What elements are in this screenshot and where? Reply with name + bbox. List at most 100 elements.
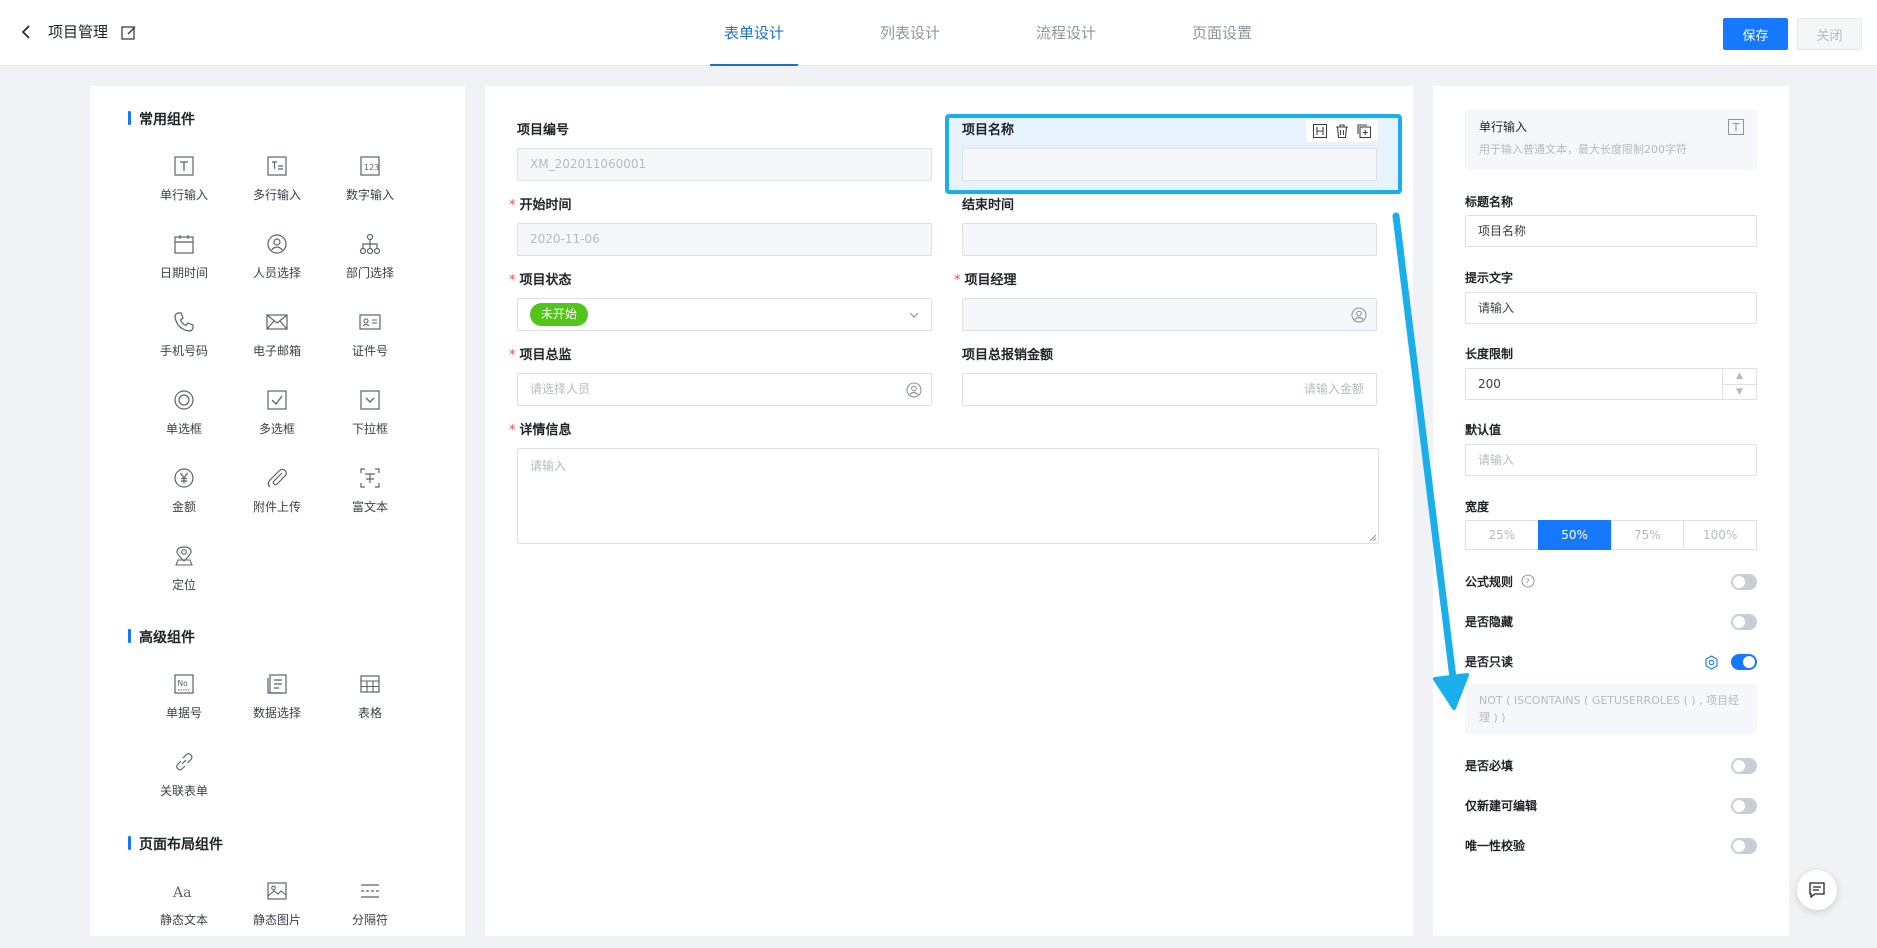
- title-name-input[interactable]: 项目名称: [1465, 215, 1757, 247]
- component-phone[interactable]: 手机号码: [144, 310, 224, 372]
- component-label: 静态图片: [252, 913, 301, 927]
- mail-icon: [266, 314, 288, 330]
- component-table[interactable]: 表格: [330, 672, 410, 734]
- component-label: 附件上传: [252, 500, 301, 514]
- readonly-formula[interactable]: NOT ( ISCONTAINS ( GETUSERROLES ( ) , 项目…: [1465, 684, 1757, 734]
- hidden-label: 是否隐藏: [1465, 615, 1514, 629]
- component-department-select[interactable]: 部门选择: [330, 232, 410, 294]
- edit-icon[interactable]: [120, 24, 138, 42]
- component-data-select[interactable]: 数据选择: [237, 672, 317, 734]
- stepper-controls: ▲ ▼: [1722, 369, 1756, 399]
- component-email[interactable]: 电子邮箱: [237, 310, 317, 372]
- required-mark: *: [509, 423, 516, 438]
- phone-icon: [174, 312, 194, 332]
- component-label: 关联表单: [159, 784, 208, 798]
- readonly-toggle[interactable]: [1731, 654, 1757, 670]
- manager-input[interactable]: [962, 298, 1377, 331]
- reimburse-amount-input[interactable]: 请输入金额: [962, 373, 1377, 406]
- end-time-input[interactable]: [962, 223, 1377, 256]
- divider-icon: [361, 884, 379, 898]
- component-rich-text[interactable]: 富文本: [330, 466, 410, 528]
- increment-button[interactable]: ▲: [1723, 369, 1756, 384]
- component-location[interactable]: 定位: [144, 544, 224, 606]
- component-label: 部门选择: [345, 266, 394, 280]
- component-checkbox[interactable]: 多选框: [237, 388, 317, 450]
- field-label: 项目状态: [519, 273, 572, 288]
- save-button[interactable]: 保存: [1723, 18, 1788, 50]
- component-label: 多选框: [258, 422, 295, 436]
- component-radio[interactable]: 单选框: [144, 388, 224, 450]
- component-datetime[interactable]: 日期时间: [144, 232, 224, 294]
- link-icon: [176, 753, 193, 771]
- status-select[interactable]: 未开始: [517, 298, 932, 331]
- resize-handle-icon[interactable]: [1367, 532, 1377, 542]
- component-label: 表格: [357, 706, 382, 720]
- required-toggle[interactable]: [1731, 758, 1757, 774]
- default-value-label: 默认值: [1465, 423, 1502, 437]
- component-text-input[interactable]: 单行输入: [144, 154, 224, 216]
- help-icon[interactable]: ?: [1521, 574, 1535, 588]
- yen-icon: [174, 468, 194, 488]
- component-divider[interactable]: 分隔符: [330, 879, 410, 941]
- component-number[interactable]: 123 数字输入: [330, 154, 410, 216]
- component-dropdown[interactable]: 下拉框: [330, 388, 410, 450]
- width-option-75[interactable]: 75%: [1610, 520, 1685, 550]
- text-input-icon: [1728, 119, 1744, 135]
- component-static-text[interactable]: Aa 静态文本: [144, 879, 224, 941]
- required-label: 是否必填: [1465, 759, 1514, 773]
- tab-flow-design[interactable]: 流程设计: [1022, 0, 1110, 66]
- decrement-button[interactable]: ▼: [1723, 384, 1756, 399]
- svg-text:?: ?: [1525, 577, 1529, 586]
- formula-rule-label: 公式规则: [1465, 575, 1514, 589]
- component-attachment[interactable]: 附件上传: [237, 466, 317, 528]
- form-canvas: 项目编号 XM_202011060001 项目名称 * 开始时间 2020-11-…: [485, 86, 1413, 936]
- tab-form-design[interactable]: 表单设计: [710, 0, 799, 66]
- field-reimburse-amount: 项目总报销金额 请输入金额: [962, 347, 1377, 406]
- new-only-edit-toggle[interactable]: [1731, 798, 1757, 814]
- field-label: 开始时间: [519, 198, 572, 213]
- formula-rule-toggle[interactable]: [1731, 574, 1757, 590]
- designer-tabs: 表单设计 列表设计 流程设计 页面设置: [710, 0, 1334, 66]
- project-name-input[interactable]: [962, 148, 1377, 181]
- tab-page-settings[interactable]: 页面设置: [1178, 0, 1266, 66]
- back-arrow-icon[interactable]: [16, 22, 36, 42]
- new-only-edit-row: 仅新建可编辑: [1465, 796, 1757, 816]
- width-option-50[interactable]: 50%: [1537, 520, 1612, 550]
- formula-rule-row: 公式规则 ?: [1465, 572, 1757, 592]
- unique-check-row: 唯一性校验: [1465, 836, 1757, 856]
- component-user-select[interactable]: 人员选择: [237, 232, 317, 294]
- component-amount[interactable]: 金额: [144, 466, 224, 528]
- width-option-25[interactable]: 25%: [1465, 520, 1539, 550]
- length-limit-stepper[interactable]: 200 ▲ ▼: [1465, 368, 1757, 400]
- component-label: 人员选择: [252, 266, 301, 280]
- radio-icon: [174, 390, 194, 410]
- width-label: 宽度: [1465, 500, 1490, 514]
- width-option-100[interactable]: 100%: [1683, 520, 1757, 550]
- component-textarea[interactable]: 多行输入: [237, 154, 317, 216]
- detail-textarea[interactable]: 请输入: [517, 448, 1379, 544]
- field-label: 项目总监: [519, 348, 572, 363]
- director-input[interactable]: 请选择人员: [517, 373, 932, 406]
- component-linked-form[interactable]: 关联表单: [144, 750, 224, 812]
- component-label: 电子邮箱: [252, 344, 301, 358]
- field-director: * 项目总监 请选择人员: [509, 347, 932, 406]
- hint-text-input[interactable]: 请输入: [1465, 292, 1757, 324]
- hidden-toggle[interactable]: [1731, 614, 1757, 630]
- component-id-number[interactable]: 证件号: [330, 310, 410, 372]
- unique-check-toggle[interactable]: [1731, 838, 1757, 854]
- dropdown-icon: [360, 390, 380, 410]
- component-label: 单选框: [165, 422, 202, 436]
- readonly-row: 是否只读: [1465, 652, 1757, 672]
- static-text-icon: Aa: [172, 885, 191, 901]
- default-value-input[interactable]: 请输入: [1465, 444, 1757, 476]
- component-static-image[interactable]: 静态图片: [237, 879, 317, 941]
- field-manager: * 项目经理: [954, 272, 1377, 331]
- component-label: 手机号码: [159, 344, 208, 358]
- chat-button[interactable]: [1797, 870, 1837, 910]
- new-only-edit-label: 仅新建可编辑: [1465, 799, 1538, 813]
- tab-list-design[interactable]: 列表设计: [866, 0, 954, 66]
- gear-icon[interactable]: [1704, 655, 1719, 670]
- close-button[interactable]: 关闭: [1797, 18, 1862, 50]
- component-serial-number[interactable]: No 单据号: [144, 672, 224, 734]
- field-project-name[interactable]: 项目名称: [962, 122, 1377, 181]
